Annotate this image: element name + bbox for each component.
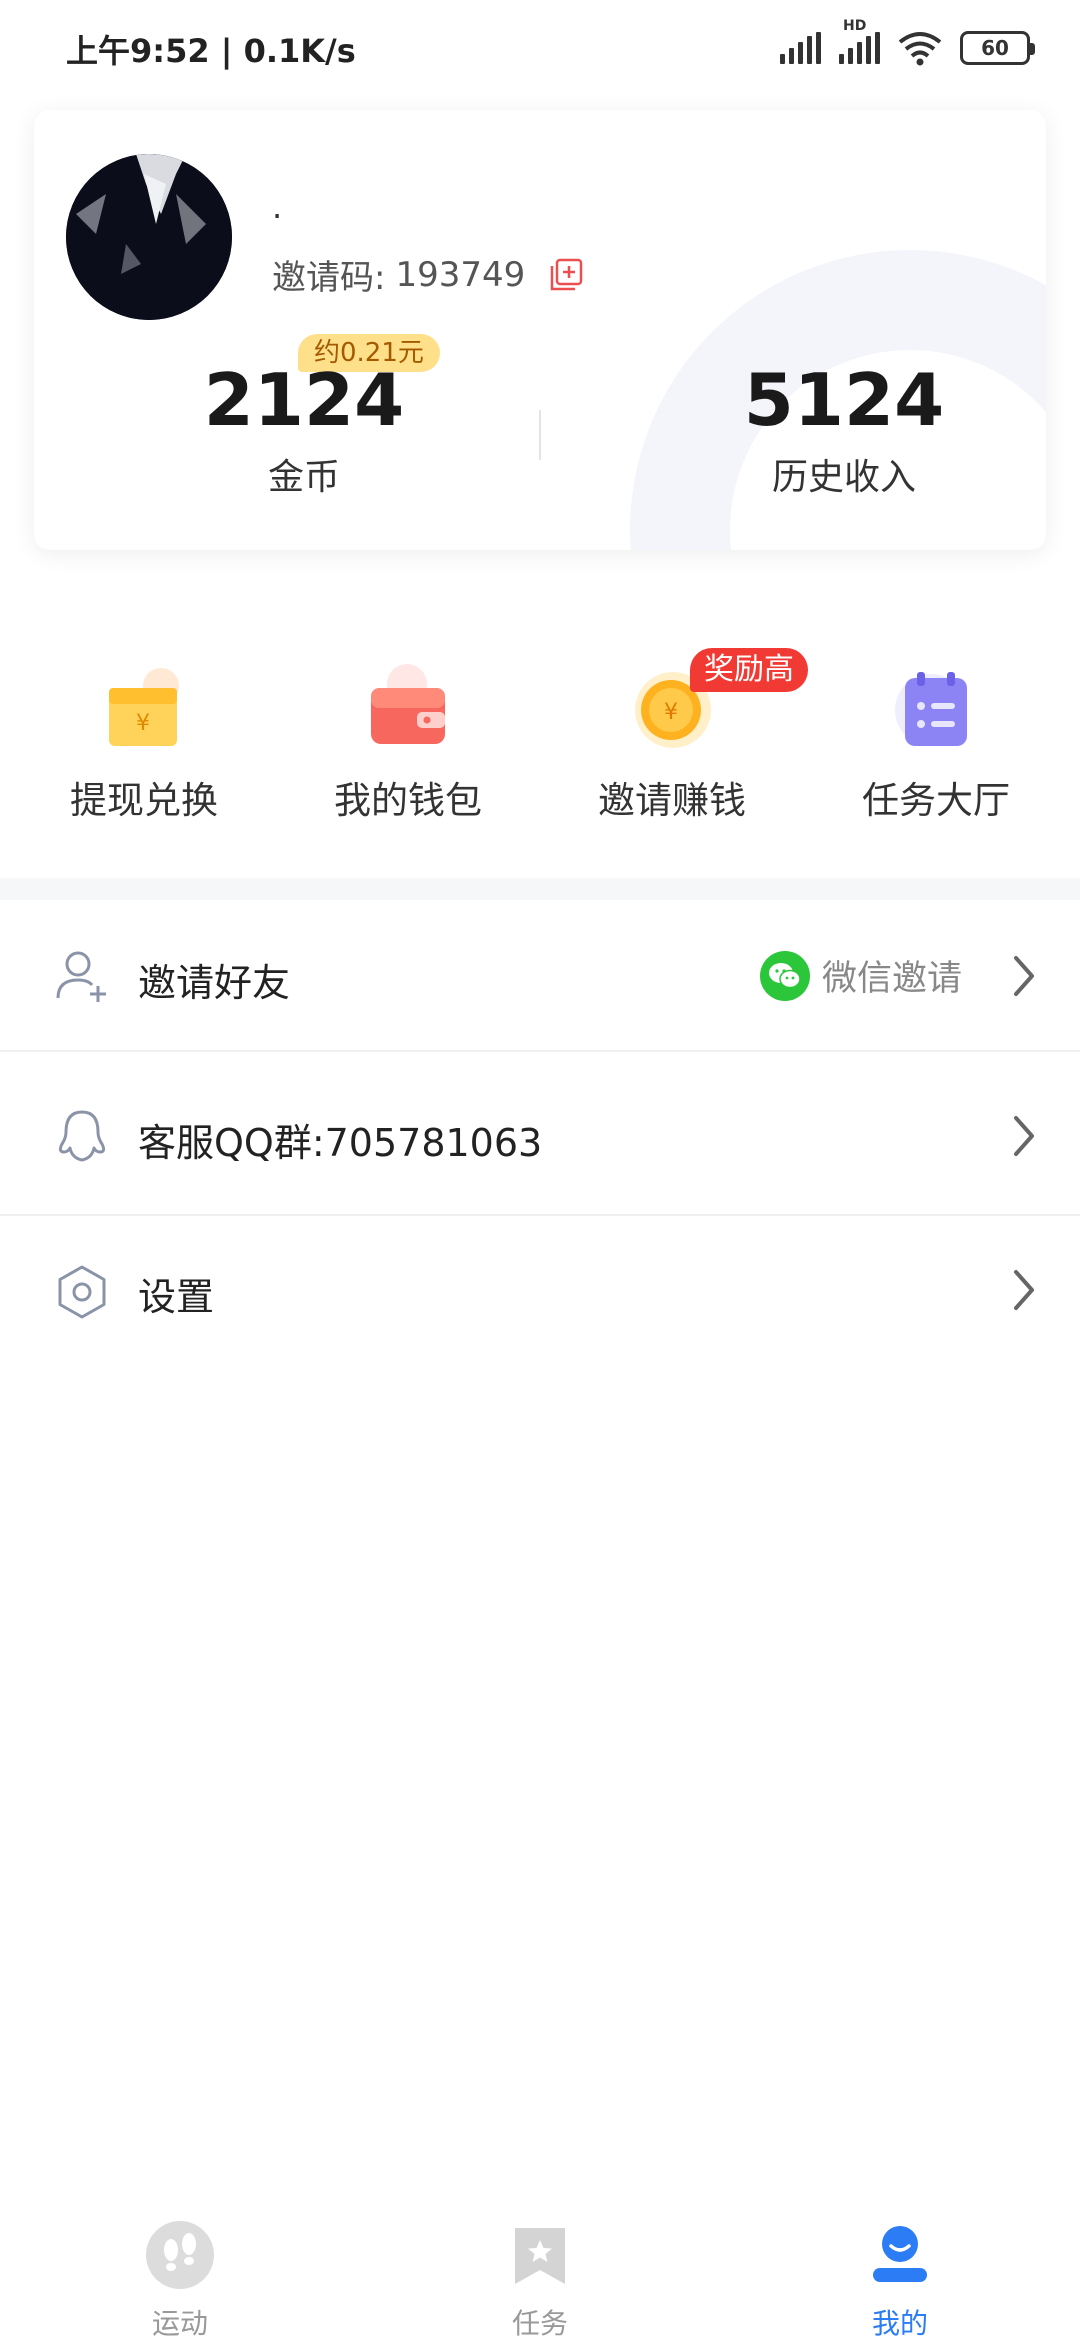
reward-high-badge: 奖励高 xyxy=(690,648,808,692)
chevron-right-icon xyxy=(1014,1270,1034,1310)
history-income-label: 历史收入 xyxy=(771,457,916,498)
nav-tab-tasks[interactable]: 任务 xyxy=(420,2206,660,2340)
avatar[interactable] xyxy=(66,154,232,320)
nav-label-mine: 我的 xyxy=(871,2307,928,2340)
chevron-right-icon xyxy=(1014,1116,1034,1156)
footprints-icon xyxy=(146,2221,214,2289)
chevron-right-icon xyxy=(1014,956,1034,996)
copy-icon[interactable] xyxy=(549,258,583,292)
customer-service-label: 客服QQ群:705781063 xyxy=(138,1121,543,1165)
user-icon xyxy=(873,2226,927,2282)
nav-label-sport: 运动 xyxy=(151,2307,208,2340)
quick-action-label: 任务大厅 xyxy=(862,779,1010,822)
wechat-icon xyxy=(759,950,810,1001)
cellular-signal-icon xyxy=(780,32,821,64)
invite-code-value: 193749 xyxy=(395,254,526,295)
profile-card: . 邀请码: 193749 约0.21元 2124 金币 5124 历史收入 xyxy=(34,110,1046,550)
settings-label: 设置 xyxy=(138,1275,215,1319)
quick-actions: ¥ 提现兑换 我的钱包 ¥ 邀请赚钱 任务大厅 xyxy=(0,650,1080,830)
coins-label: 金币 xyxy=(267,457,340,498)
quick-action-label: 我的钱包 xyxy=(334,779,482,822)
wifi-icon xyxy=(898,32,942,66)
qq-penguin-icon xyxy=(58,1110,106,1162)
status-time: 上午9:52 | 0.1K/s xyxy=(66,32,356,70)
wallet-icon xyxy=(371,664,445,744)
invite-code-label: 邀请码: xyxy=(272,258,386,298)
bottom-navigation: 运动 任务 我的 xyxy=(0,2206,1080,2340)
quick-action-label: 邀请赚钱 xyxy=(598,779,746,822)
hd-label: HD xyxy=(843,18,867,34)
stat-divider xyxy=(539,410,541,460)
list-item-customer-service[interactable]: 客服QQ群:705781063 xyxy=(0,1052,1080,1216)
svg-text:¥: ¥ xyxy=(664,700,678,725)
status-bar: 上午9:52 | 0.1K/s HD 60 xyxy=(0,0,1080,96)
list-item-settings[interactable]: 设置 xyxy=(0,1216,1080,1368)
hd-signal-icon: HD xyxy=(839,18,880,64)
battery-icon: 60 xyxy=(960,31,1035,65)
task-clipboard-icon xyxy=(895,672,967,746)
coins-stat[interactable]: 2124 金币 xyxy=(124,358,484,500)
add-user-icon xyxy=(56,951,106,1002)
invite-friends-label: 邀请好友 xyxy=(138,961,291,1005)
avatar-image xyxy=(66,154,232,320)
history-income-value: 5124 xyxy=(743,358,945,442)
history-income-stat[interactable]: 5124 历史收入 xyxy=(664,358,1024,500)
battery-level: 60 xyxy=(981,36,1009,60)
nav-tab-sport[interactable]: 运动 xyxy=(60,2206,300,2340)
wechat-invite-label: 微信邀请 xyxy=(821,959,962,999)
coins-value: 2124 xyxy=(203,358,405,442)
quick-action-withdraw[interactable]: ¥ 提现兑换 xyxy=(12,650,276,830)
wechat-invite-link[interactable]: 微信邀请 xyxy=(759,950,962,1001)
bookmark-star-icon xyxy=(515,2228,565,2284)
section-divider xyxy=(0,878,1080,900)
settings-hexagon-icon xyxy=(58,1265,106,1319)
quick-action-wallet[interactable]: 我的钱包 xyxy=(276,650,540,830)
quick-action-label: 提现兑换 xyxy=(70,779,218,822)
svg-text:¥: ¥ xyxy=(136,711,150,736)
nav-label-tasks: 任务 xyxy=(511,2307,568,2340)
gift-box-yuan-icon: ¥ xyxy=(109,668,179,746)
nickname: . xyxy=(272,188,283,226)
list-item-invite-friends[interactable]: 邀请好友 微信邀请 xyxy=(0,900,1080,1052)
quick-action-task-hall[interactable]: 任务大厅 xyxy=(804,650,1068,830)
nav-tab-mine[interactable]: 我的 xyxy=(780,2206,1020,2340)
invite-code-row: 邀请码: 193749 xyxy=(272,250,583,299)
status-icons: HD 60 xyxy=(780,18,1035,70)
